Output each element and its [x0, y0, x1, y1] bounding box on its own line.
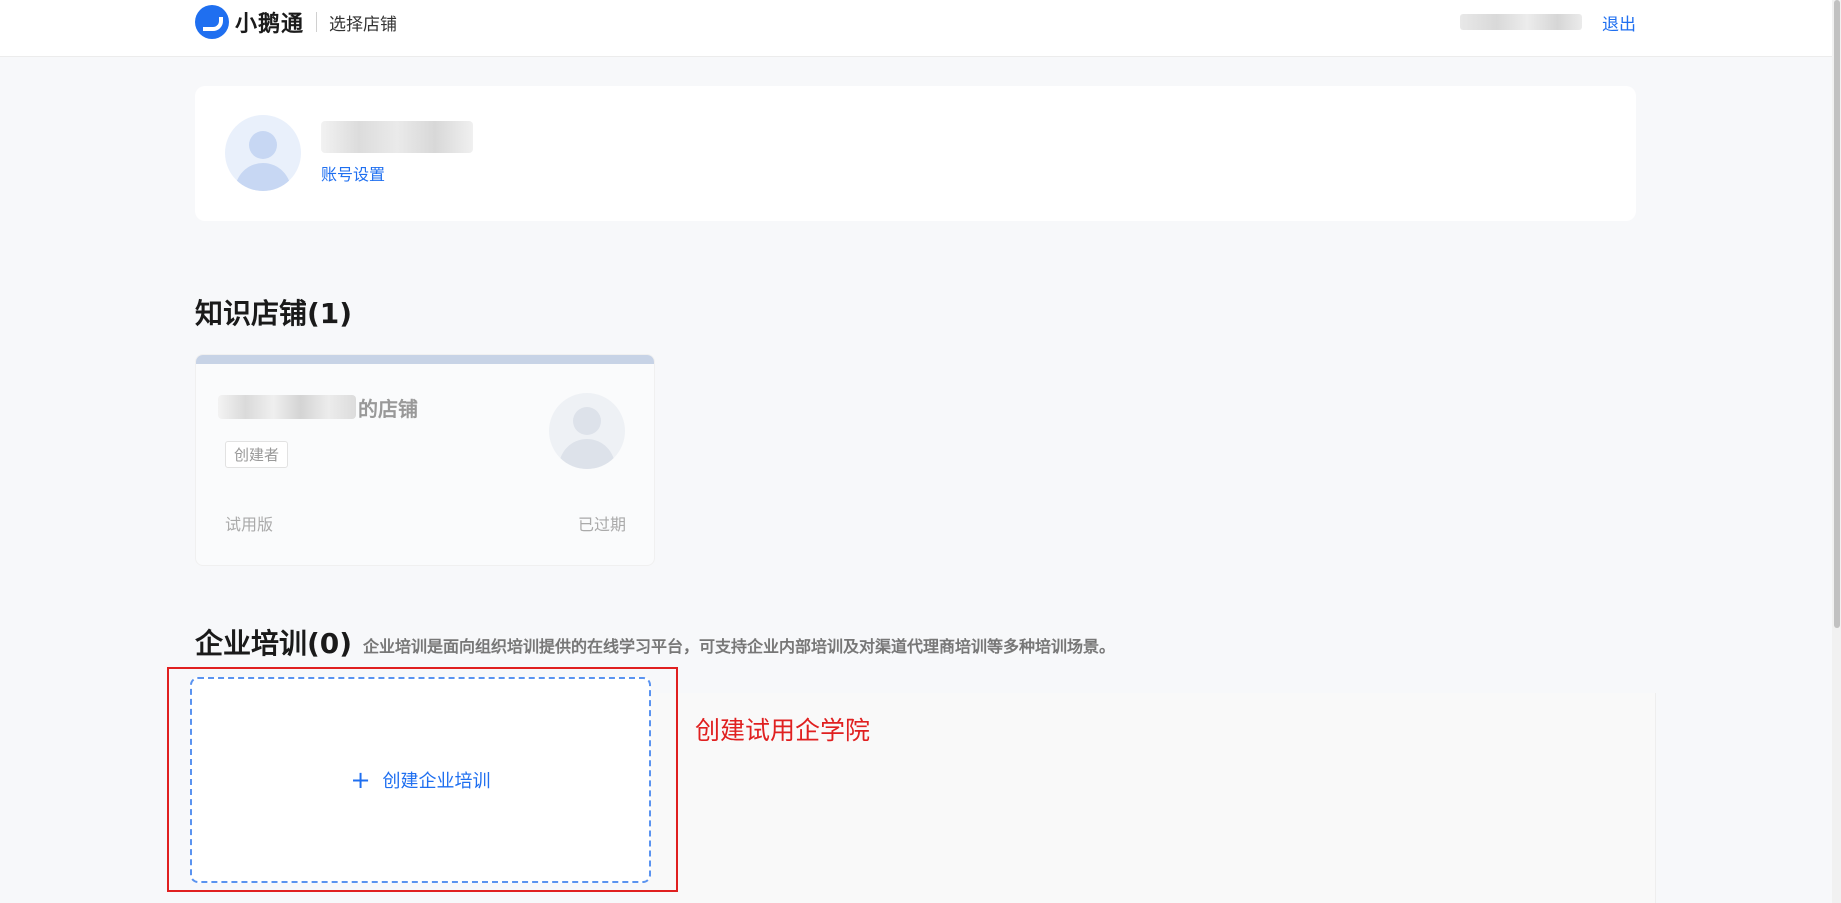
page-title: 选择店铺	[329, 14, 398, 35]
header-divider	[316, 12, 318, 32]
avatar-body-icon	[235, 163, 291, 191]
shop-card[interactable]: 的店铺 创建者 试用版 已过期	[195, 354, 655, 566]
shop-avatar	[549, 393, 625, 469]
annotation-text: 创建试用企学院	[695, 716, 871, 745]
shop-avatar-body-icon	[559, 439, 615, 469]
enterprise-training-description: 企业培训是面向组织培训提供的在线学习平台，可支持企业内部培训及对渠道代理商培训等…	[363, 637, 1116, 656]
knowledge-shops-title: 知识店铺(1)	[195, 297, 353, 330]
shop-name-blurred	[218, 395, 356, 419]
shop-card-topbar	[196, 355, 654, 364]
shop-plan: 试用版	[225, 515, 274, 534]
top-header: 小鹅通 选择店铺 退出	[0, 0, 1832, 57]
logout-link[interactable]: 退出	[1602, 10, 1636, 35]
scrollbar-thumb[interactable]	[1834, 0, 1840, 628]
enterprise-training-title: 企业培训(0)	[195, 627, 353, 660]
user-avatar	[225, 115, 301, 191]
user-name-blurred	[1460, 14, 1582, 30]
profile-name-blurred	[321, 121, 473, 153]
annotation-highlight-box	[167, 667, 678, 892]
shop-name-suffix: 的店铺	[358, 397, 418, 421]
brand-logo[interactable]: 小鹅通 选择店铺	[195, 5, 397, 39]
role-tag: 创建者	[225, 441, 289, 468]
xiaoetong-logo-icon	[195, 5, 229, 39]
logo-text: 小鹅通	[235, 12, 305, 37]
profile-card: 账号设置	[195, 86, 1636, 221]
avatar-head-icon	[249, 131, 277, 159]
shop-avatar-head-icon	[573, 407, 601, 435]
account-settings-link[interactable]: 账号设置	[321, 161, 385, 185]
shop-status: 已过期	[577, 515, 626, 534]
